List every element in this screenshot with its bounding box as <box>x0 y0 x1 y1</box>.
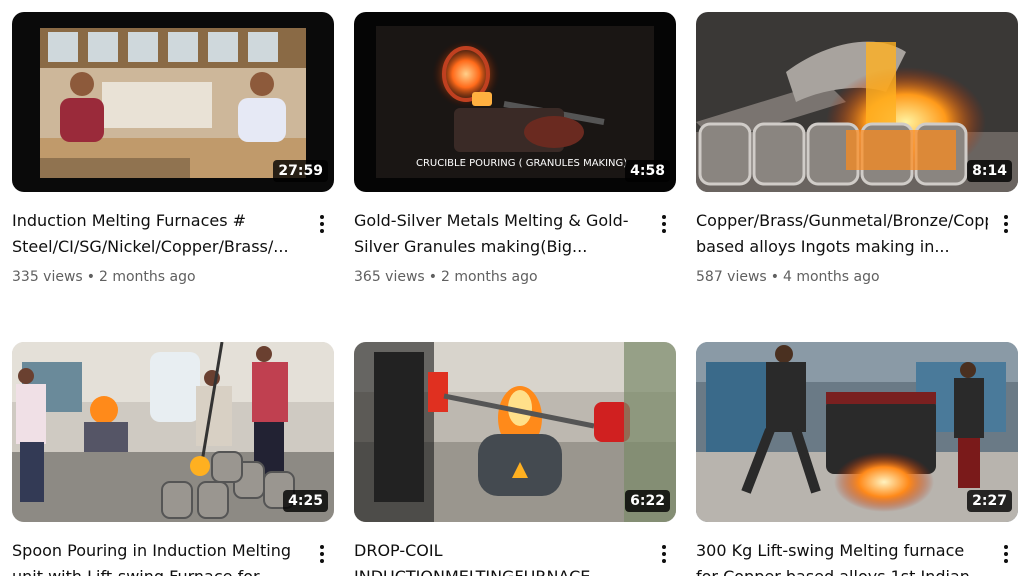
video-duration: 4:25 <box>283 490 328 512</box>
video-thumbnail[interactable]: 6:22 <box>354 342 676 522</box>
upload-age: 2 months ago <box>440 269 538 285</box>
video-duration: 6:22 <box>625 490 670 512</box>
video-meta: 587 views • 4 months ago <box>696 269 880 285</box>
more-options-icon[interactable] <box>994 542 1018 566</box>
more-options-icon[interactable] <box>310 212 334 236</box>
video-title[interactable]: Spoon Pouring in Induction Melting unit … <box>12 538 304 576</box>
video-meta: 335 views • 2 months ago <box>12 269 196 285</box>
view-count: 587 views <box>696 269 767 285</box>
video-thumbnail[interactable]: 27:59 <box>12 12 334 192</box>
upload-age: 4 months ago <box>782 269 880 285</box>
view-count: 365 views <box>354 269 425 285</box>
video-thumbnail[interactable]: 4:25 <box>12 342 334 522</box>
video-thumbnail[interactable]: 2:27 <box>696 342 1018 522</box>
video-title[interactable]: 300 Kg Lift-swing Melting furnace for Co… <box>696 538 988 576</box>
more-options-icon[interactable] <box>652 542 676 566</box>
video-title[interactable]: DROP-COIL INDUCTIONMELTINGFURNACE... <box>354 538 646 576</box>
view-count: 335 views <box>12 269 83 285</box>
video-meta: 365 views • 2 months ago <box>354 269 538 285</box>
upload-age: 2 months ago <box>98 269 196 285</box>
video-thumbnail[interactable]: 8:14 <box>696 12 1018 192</box>
video-grid: 27:59 Induction Melting Furnaces # Steel… <box>0 0 1024 576</box>
video-duration: 8:14 <box>967 160 1012 182</box>
video-title[interactable]: Copper/Brass/Gunmetal/Bronze/Copper base… <box>696 208 988 260</box>
more-options-icon[interactable] <box>652 212 676 236</box>
thumbnail-overlay-text: CRUCIBLE POURING ( GRANULES MAKING) <box>416 158 627 169</box>
more-options-icon[interactable] <box>994 212 1018 236</box>
video-duration: 27:59 <box>273 160 328 182</box>
video-thumbnail[interactable]: CRUCIBLE POURING ( GRANULES MAKING) 4:58 <box>354 12 676 192</box>
more-options-icon[interactable] <box>310 542 334 566</box>
video-title[interactable]: Induction Melting Furnaces # Steel/CI/SG… <box>12 208 304 260</box>
video-duration: 4:58 <box>625 160 670 182</box>
video-duration: 2:27 <box>967 490 1012 512</box>
video-title[interactable]: Gold-Silver Metals Melting & Gold-Silver… <box>354 208 646 260</box>
